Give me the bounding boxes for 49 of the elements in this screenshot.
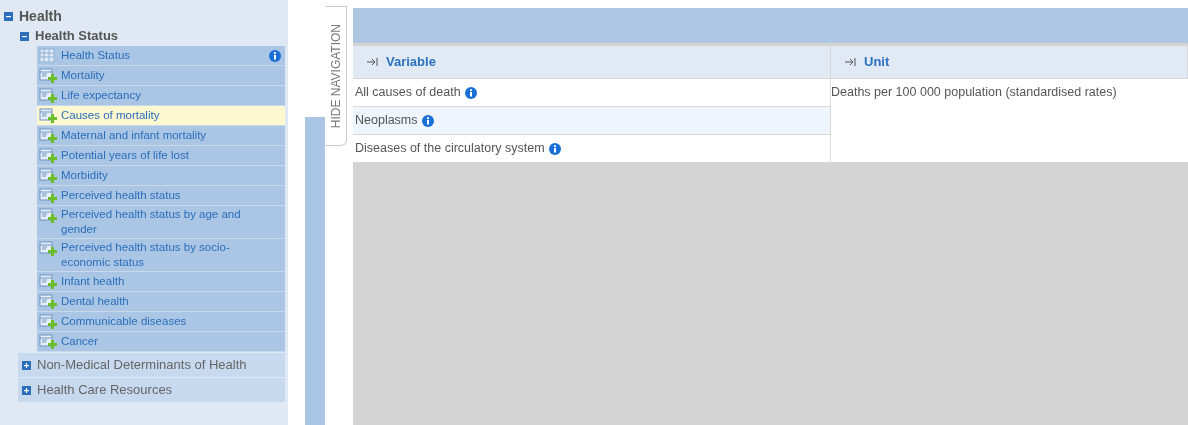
table-plus-icon (39, 68, 57, 84)
tree-node[interactable]: Health (19, 5, 62, 27)
tree-item[interactable]: Dental health (37, 292, 285, 312)
table-plus-icon (39, 148, 57, 164)
table-cell: Deaths per 100 000 population (standardised rates) (831, 85, 1117, 99)
tree-item[interactable]: Health Status (37, 46, 285, 66)
collapse-icon[interactable] (4, 11, 13, 21)
column-header[interactable]: Variable (353, 46, 831, 79)
table-plus-icon (39, 168, 57, 184)
table-plus-icon (39, 241, 57, 257)
table-plus-icon (39, 128, 57, 144)
arrow-icon (845, 58, 856, 66)
table-plus-icon (39, 294, 57, 310)
table-cell-text: Neoplasms (355, 112, 418, 130)
tree-node[interactable]: Non-Medical Determinants of Health (18, 353, 285, 377)
info-icon[interactable] (464, 86, 477, 99)
tree-item[interactable]: Communicable diseases (37, 312, 285, 332)
table-plus-icon (39, 334, 57, 350)
collapse-icon[interactable] (20, 31, 29, 41)
column-header[interactable]: Unit (831, 46, 1188, 79)
expand-icon[interactable] (22, 385, 31, 395)
info-icon[interactable] (421, 114, 434, 127)
expand-icon[interactable] (22, 360, 31, 370)
info-icon[interactable] (269, 49, 281, 62)
table-icon (39, 48, 57, 64)
tree-node[interactable]: Health Care Resources (18, 378, 285, 402)
tree-item[interactable]: Perceived health status by socio-economic status (37, 239, 285, 272)
tree-item[interactable]: Maternal and infant mortality (37, 126, 285, 146)
table-plus-icon (39, 314, 57, 330)
table-cell-text: All causes of death (355, 84, 461, 102)
table-plus-icon (39, 88, 57, 104)
tree-item[interactable]: Infant health (37, 272, 285, 292)
tree-node[interactable]: Health Status (35, 26, 119, 46)
tree-item[interactable]: Mortality (37, 66, 285, 86)
table-cell-text: Diseases of the circulatory system (355, 140, 545, 158)
hide-navigation-tab[interactable]: HIDE NAVIGATION (325, 6, 347, 146)
tree-item[interactable]: Potential years of life lost (37, 146, 285, 166)
tree-item[interactable]: Perceived health status by age and gender (37, 206, 285, 239)
tree-item[interactable]: Causes of mortality (37, 106, 285, 126)
tree-item[interactable]: Perceived health status (37, 186, 285, 206)
table-plus-icon (39, 188, 57, 204)
arrow-icon (367, 58, 378, 66)
tree-item[interactable]: Life expectancy (37, 86, 285, 106)
tree-item[interactable]: Cancer (37, 332, 285, 352)
tree-item[interactable]: Morbidity (37, 166, 285, 186)
table-plus-icon (39, 208, 57, 224)
info-icon[interactable] (548, 142, 561, 155)
table-plus-icon (39, 274, 57, 290)
table-plus-icon (39, 108, 57, 124)
